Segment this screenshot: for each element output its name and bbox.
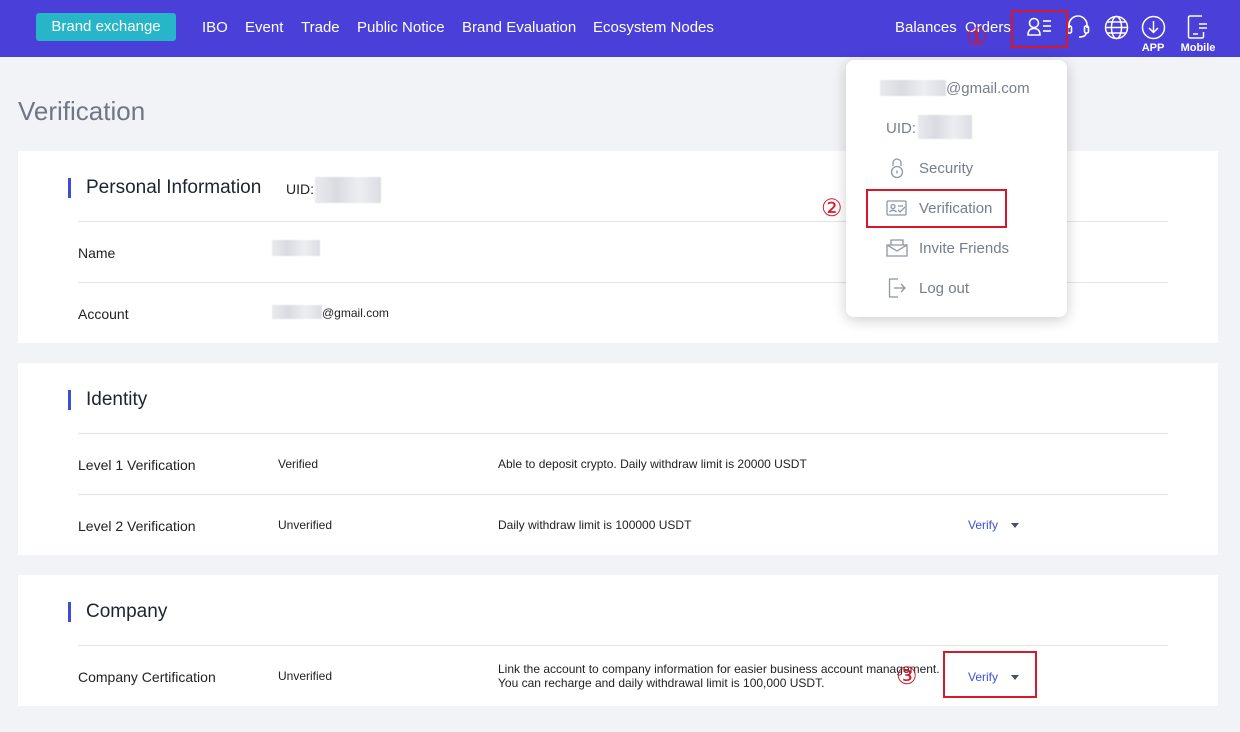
logout-icon xyxy=(888,277,908,299)
account-email-suffix: @gmail.com xyxy=(322,306,389,320)
level2-label: Level 2 Verification xyxy=(78,518,196,534)
annotation-box-user-menu xyxy=(1011,10,1068,48)
company-heading: Company xyxy=(68,602,167,622)
menu-item-invite-friends-label: Invite Friends xyxy=(919,240,1010,257)
level1-status: Verified xyxy=(278,457,319,471)
lock-icon xyxy=(887,157,907,179)
app-label[interactable]: APP xyxy=(1138,42,1168,54)
dropdown-uid-redacted xyxy=(918,115,972,139)
mobile-icon[interactable] xyxy=(1187,14,1209,40)
brand-exchange-button[interactable]: Brand exchange xyxy=(36,13,176,41)
page-title: Verification xyxy=(18,96,146,126)
divider xyxy=(78,433,1168,434)
annotation-step-2: ② xyxy=(821,195,843,222)
nav-link-balances[interactable]: Balances xyxy=(895,19,957,37)
level1-label: Level 1 Verification xyxy=(78,457,196,473)
company-description-line2: You can recharge and daily withdrawal li… xyxy=(498,676,825,690)
name-redacted xyxy=(272,240,320,256)
company-card: Company Company Certification Unverified… xyxy=(18,575,1218,706)
mobile-label[interactable]: Mobile xyxy=(1176,42,1220,54)
annotation-box-company-verify xyxy=(943,651,1037,698)
identity-heading: Identity xyxy=(68,390,147,410)
account-label: Account xyxy=(78,306,129,322)
level2-verify-dropdown-icon[interactable] xyxy=(1011,523,1019,528)
support-headset-icon[interactable] xyxy=(1066,14,1090,40)
level2-status: Unverified xyxy=(278,518,333,532)
company-description-line1: Link the account to company information … xyxy=(498,662,940,676)
menu-item-security-label: Security xyxy=(919,160,974,177)
divider xyxy=(78,494,1168,495)
personal-uid-label: UID: xyxy=(286,181,314,197)
menu-item-logout-label: Log out xyxy=(919,280,970,297)
name-label: Name xyxy=(78,245,116,261)
dropdown-uid-label: UID: xyxy=(886,120,916,137)
language-globe-icon[interactable] xyxy=(1104,15,1129,40)
annotation-step-3: ③ xyxy=(896,663,918,690)
uid-redacted xyxy=(315,177,381,203)
company-certification-status: Unverified xyxy=(278,669,333,683)
annotation-box-verification xyxy=(866,189,1007,228)
nav-link-event[interactable]: Event xyxy=(245,19,283,37)
level2-description: Daily withdraw limit is 100000 USDT xyxy=(498,518,692,532)
app-download-icon[interactable] xyxy=(1141,15,1166,40)
level2-verify-link[interactable]: Verify xyxy=(968,518,998,532)
nav-link-public-notice[interactable]: Public Notice xyxy=(357,19,445,37)
annotation-step-1: ① xyxy=(966,24,988,51)
personal-information-heading: Personal Information xyxy=(68,178,261,198)
dropdown-email-suffix: @gmail.com xyxy=(946,80,1030,97)
account-redacted xyxy=(272,305,322,319)
dropdown-email-redacted xyxy=(880,80,946,96)
nav-link-trade[interactable]: Trade xyxy=(301,19,340,37)
identity-card: Identity Level 1 Verification Verified A… xyxy=(18,363,1218,555)
envelope-icon xyxy=(886,238,908,258)
divider xyxy=(78,645,1168,646)
level1-description: Able to deposit crypto. Daily withdraw l… xyxy=(498,457,807,471)
nav-link-ecosystem-nodes[interactable]: Ecosystem Nodes xyxy=(593,19,714,37)
company-certification-label: Company Certification xyxy=(78,669,216,685)
nav-link-ibo[interactable]: IBO xyxy=(202,19,228,37)
nav-link-brand-evaluation[interactable]: Brand Evaluation xyxy=(462,19,576,37)
